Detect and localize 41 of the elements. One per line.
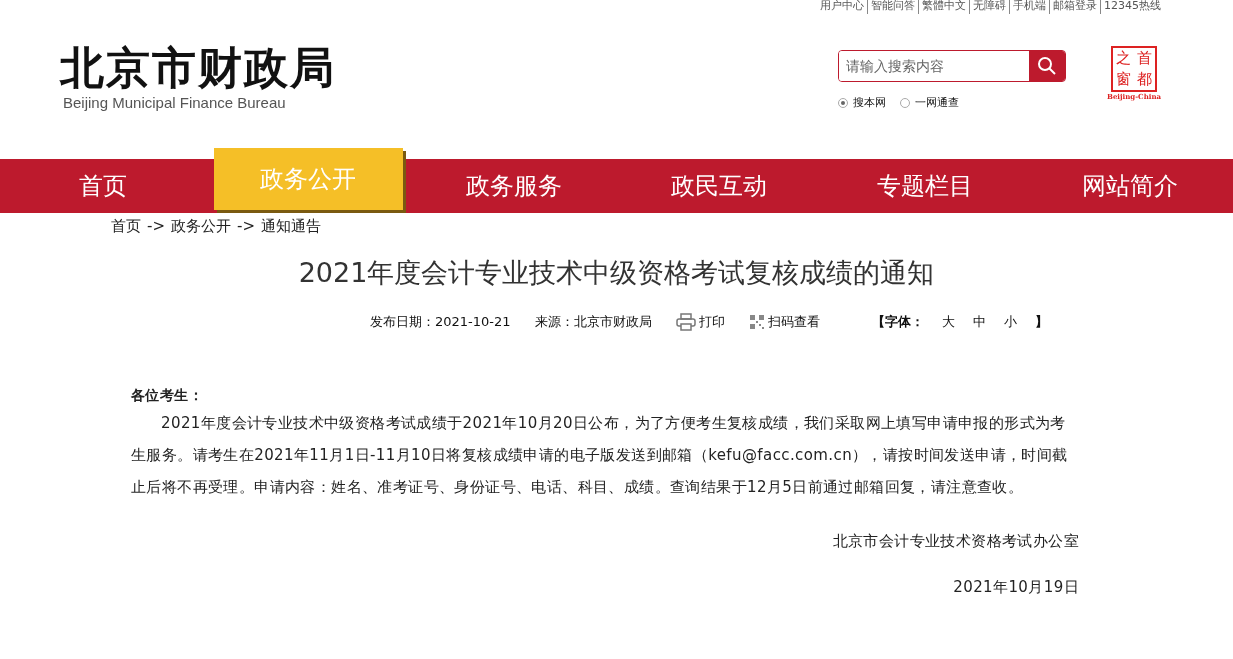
nav-tab[interactable]: 首页	[0, 159, 206, 213]
publish-date: 发布日期：2021-10-21	[370, 313, 511, 331]
font-size-option[interactable]: 大	[941, 313, 955, 331]
top-link[interactable]: 邮箱登录	[1049, 0, 1097, 14]
salutation: 各位考生：	[131, 387, 204, 405]
nav-tab[interactable]: 专题栏目	[822, 159, 1028, 213]
breadcrumb-link[interactable]: 政务公开	[171, 217, 231, 236]
stamp-logo: 之 首 窗 都	[1111, 46, 1157, 92]
site-logo-subtitle: Beijing Municipal Finance Bureau	[63, 94, 287, 111]
signature: 北京市会计专业技术资格考试办公室	[831, 531, 1079, 552]
article-source: 来源：北京市财政局	[534, 313, 652, 331]
top-link[interactable]: 无障碍	[969, 0, 1006, 14]
site-logo-title: 北京市财政局	[60, 42, 337, 94]
top-link[interactable]: 用户中心	[820, 0, 864, 14]
article-title: 2021年度会计专业技术中级资格考试复核成绩的通知	[297, 256, 936, 290]
radio-label[interactable]: 搜本网	[853, 95, 886, 110]
font-size-option[interactable]: 中	[972, 313, 986, 331]
body-paragraph: 2021年度会计专业技术中级资格考试成绩于2021年10月20日公布，为了方便考生复核成绩，我们采取网上填写申请申报的形式为考生服务。请考生在2021年11月1日-11月10日将复核成绩申请的电子版发送到邮箱（kefu@facc.com.cn），请按时间发送申请，时间截止后将不再受理。申请内容：姓名、准考证号、身份证号、电话、科目、成绩。查询结果于12月5日前通过邮箱回复，请注意查收。	[131, 413, 1069, 498]
top-link[interactable]: 繁體中文	[918, 0, 966, 14]
breadcrumb-separator: ->	[237, 217, 255, 236]
top-link[interactable]: 手机端	[1009, 0, 1046, 14]
radio-label[interactable]: 一网通查	[915, 95, 959, 110]
top-link[interactable]: 智能问答	[867, 0, 915, 14]
qr-code-icon	[748, 314, 765, 330]
print-link[interactable]: 打印	[698, 313, 725, 331]
font-size-label: 【字体：	[871, 313, 924, 331]
search-button[interactable]	[1029, 51, 1065, 81]
breadcrumb-link[interactable]: 首页	[111, 217, 141, 236]
bracket-close: 】	[1034, 313, 1048, 331]
nav-tab[interactable]: 网站简介	[1027, 159, 1233, 213]
breadcrumb-separator: ->	[147, 217, 165, 236]
top-link[interactable]: 12345热线	[1100, 0, 1161, 14]
printer-icon	[675, 313, 696, 331]
breadcrumb-link[interactable]: 通知通告	[260, 217, 321, 236]
nav-tab[interactable]: 政务服务	[411, 159, 617, 213]
scan-code-link[interactable]: 扫码查看	[767, 313, 820, 331]
nav-tab[interactable]: 政民互动	[616, 159, 822, 213]
font-size-option[interactable]: 小	[1003, 313, 1017, 331]
search-field[interactable]: 请输入搜索内容	[838, 50, 1066, 82]
signature-date: 2021年10月19日	[952, 578, 1079, 597]
search-icon	[1037, 56, 1057, 76]
